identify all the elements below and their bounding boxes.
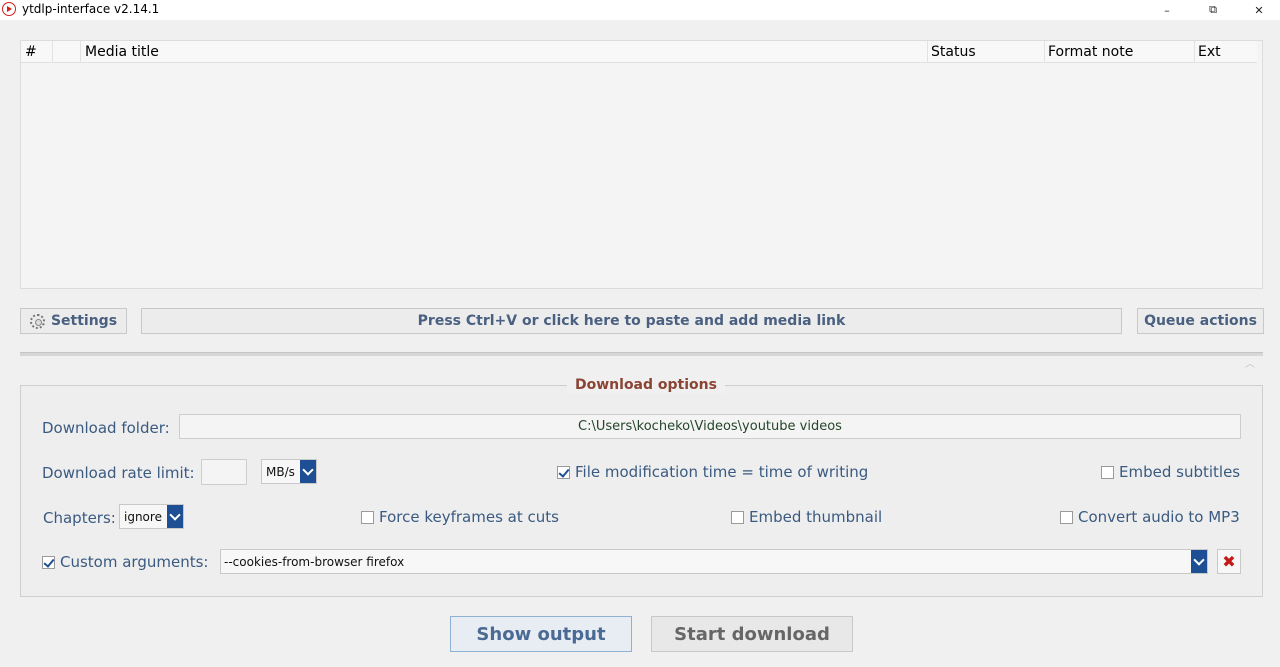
embed-subtitles-label: Embed subtitles <box>1119 463 1241 481</box>
force-keyframes-checkbox[interactable]: Force keyframes at cuts <box>361 507 559 527</box>
checkbox-unchecked-icon <box>1060 510 1073 524</box>
rate-unit-value: MB/s <box>266 465 295 479</box>
custom-arguments-label: Custom arguments: <box>60 553 209 571</box>
paste-link-button[interactable]: Press Ctrl+V or click here to paste and … <box>141 308 1122 334</box>
convert-mp3-label: Convert audio to MP3 <box>1078 508 1240 526</box>
window-title: ytdlp-interface v2.14.1 <box>22 2 160 16</box>
custom-arguments-dropdown[interactable]: --cookies-from-browser firefox <box>220 549 1208 574</box>
gear-icon <box>29 313 45 329</box>
file-mod-time-label: File modification time = time of writing <box>575 463 869 481</box>
column-header-format-note[interactable]: Format note <box>1048 43 1133 61</box>
column-header-ext[interactable]: Ext <box>1198 43 1221 61</box>
chevron-down-icon <box>167 505 183 528</box>
chapters-value: ignore <box>124 510 162 524</box>
embed-subtitles-checkbox[interactable]: Embed subtitles <box>1101 462 1240 482</box>
show-output-button[interactable]: Show output <box>450 616 632 652</box>
column-header-status[interactable]: Status <box>931 43 976 61</box>
custom-arguments-value: --cookies-from-browser firefox <box>224 555 405 569</box>
download-folder-field[interactable]: C:\Users\kocheko\Videos\youtube videos <box>179 414 1241 439</box>
media-list-header: # Media title Status Format note Ext <box>21 41 1257 63</box>
close-icon: ✖ <box>1222 552 1236 571</box>
close-button[interactable]: ✕ <box>1236 0 1280 20</box>
rate-limit-label: Download rate limit: <box>42 464 195 482</box>
checkbox-unchecked-icon <box>361 510 374 524</box>
custom-arguments-checkbox[interactable]: Custom arguments: <box>42 552 208 572</box>
checkbox-unchecked-icon <box>1101 465 1114 479</box>
app-icon <box>2 2 16 16</box>
download-folder-label: Download folder: <box>42 419 170 437</box>
start-download-button[interactable]: Start download <box>651 616 853 652</box>
chevron-down-icon <box>300 460 316 483</box>
settings-button-label: Settings <box>50 313 118 329</box>
media-list[interactable]: # Media title Status Format note Ext <box>20 40 1263 289</box>
rate-unit-dropdown[interactable]: MB/s <box>261 459 317 484</box>
chapters-dropdown[interactable]: ignore <box>119 504 184 529</box>
maximize-button[interactable]: ⧉ <box>1190 0 1236 20</box>
checkbox-checked-icon <box>42 555 55 569</box>
chevron-down-icon <box>1191 550 1207 573</box>
settings-button[interactable]: Settings <box>20 308 127 334</box>
checkbox-checked-icon <box>557 465 570 479</box>
title-bar <box>0 0 1280 20</box>
panel-splitter[interactable] <box>20 352 1263 356</box>
clear-arguments-button[interactable]: ✖ <box>1217 549 1241 574</box>
column-header-media-title[interactable]: Media title <box>85 43 159 61</box>
collapse-icon[interactable]: ︿ <box>1245 360 1257 370</box>
minimize-button[interactable]: – <box>1144 0 1190 20</box>
file-mod-time-checkbox[interactable]: File modification time = time of writing <box>557 462 868 482</box>
queue-actions-button[interactable]: Queue actions <box>1137 308 1264 334</box>
convert-mp3-checkbox[interactable]: Convert audio to MP3 <box>1060 507 1240 527</box>
column-header-index[interactable]: # <box>25 43 37 61</box>
force-keyframes-label: Force keyframes at cuts <box>379 508 559 526</box>
checkbox-unchecked-icon <box>731 510 744 524</box>
chapters-label: Chapters: <box>43 509 116 527</box>
download-options-title: Download options <box>567 376 725 394</box>
embed-thumbnail-label: Embed thumbnail <box>749 508 883 526</box>
rate-limit-input[interactable] <box>201 459 247 485</box>
embed-thumbnail-checkbox[interactable]: Embed thumbnail <box>731 507 882 527</box>
